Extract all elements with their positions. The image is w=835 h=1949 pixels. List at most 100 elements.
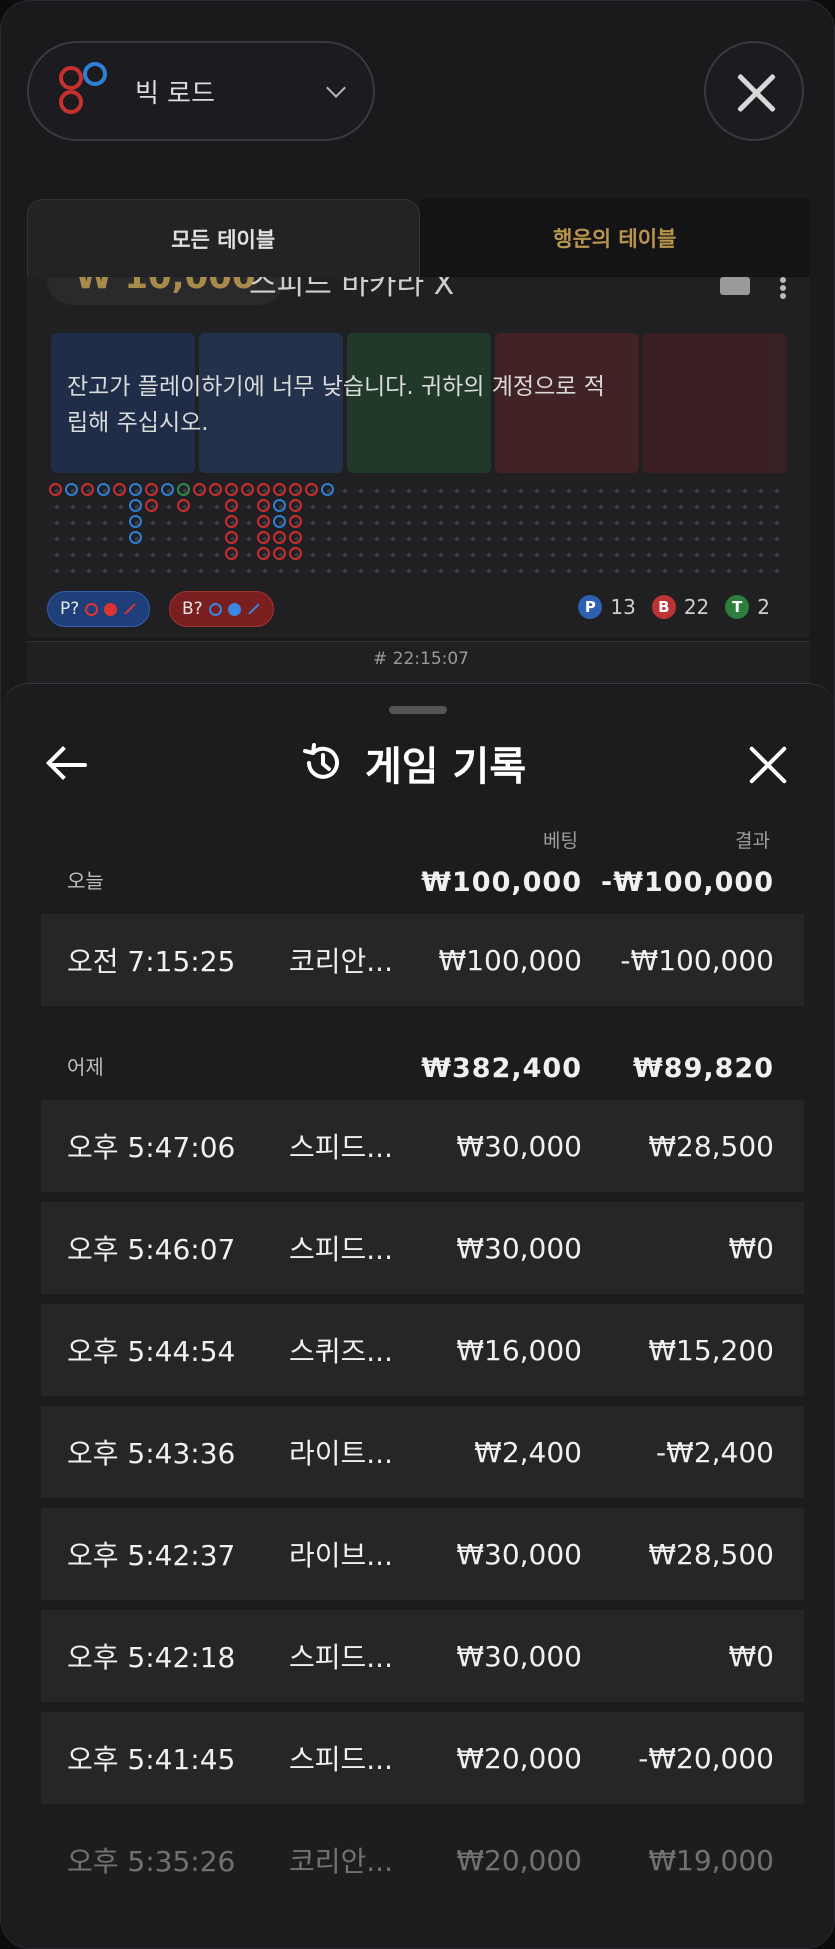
bead-road-grid xyxy=(49,483,789,573)
banker-count-value: 22 xyxy=(683,595,710,619)
chevron-down-icon xyxy=(326,78,346,98)
bead-mark xyxy=(225,547,238,560)
bead-mark xyxy=(225,531,238,544)
bead-mark xyxy=(273,483,286,496)
row-game: 코리안... xyxy=(289,1845,393,1878)
bead-mark xyxy=(113,483,126,496)
tie-badge-icon: T xyxy=(725,595,750,619)
row-time: 오후 5:47:06 xyxy=(67,1131,236,1164)
bead-mark xyxy=(177,483,190,496)
bead-mark xyxy=(289,483,302,496)
row-bet: ₩2,400 xyxy=(474,1435,582,1469)
row-bet: ₩30,000 xyxy=(456,1537,582,1571)
row-time: 오후 5:46:07 xyxy=(67,1233,236,1266)
row-time: 오후 5:44:54 xyxy=(67,1335,236,1368)
bead-mark xyxy=(129,515,142,528)
bead-mark xyxy=(273,531,286,544)
round-id: # 22:15:07 xyxy=(373,649,469,669)
close-icon[interactable] xyxy=(746,742,790,786)
banker-count: B 22 xyxy=(651,595,710,619)
low-balance-message: 잔고가 플레이하기에 너무 낮습니다. 귀하의 계정으로 적립해 주십시오. xyxy=(67,374,605,436)
bead-mark xyxy=(257,515,270,528)
road-type-dropdown[interactable]: 빅 로드 xyxy=(27,41,375,141)
history-row[interactable]: 오후 5:42:18 스피드... ₩30,000 ₩0 xyxy=(41,1610,804,1702)
row-result: ₩19,000 xyxy=(648,1843,774,1877)
bead-mark xyxy=(225,515,238,528)
red-dot-icon xyxy=(104,602,118,616)
red-slash-icon xyxy=(124,603,136,615)
row-result: ₩15,200 xyxy=(648,1333,774,1367)
road-type-label: 빅 로드 xyxy=(135,78,216,109)
big-road-logo-icon xyxy=(59,62,117,120)
blue-ring-icon xyxy=(208,602,222,616)
history-group-header: 오늘 ₩100,000 -₩100,000 xyxy=(41,844,804,904)
history-row[interactable]: 오후 5:41:45 스피드... ₩20,000 -₩20,000 xyxy=(41,1712,804,1804)
back-arrow-icon[interactable] xyxy=(47,742,93,788)
sheet-drag-handle[interactable] xyxy=(389,706,447,714)
row-time: 오후 5:42:37 xyxy=(67,1539,236,1572)
bead-mark xyxy=(289,547,302,560)
bead-mark xyxy=(81,483,94,496)
bead-mark xyxy=(145,499,158,512)
row-game: 스피드... xyxy=(289,1743,393,1776)
tab-all-tables[interactable]: 모든 테이블 xyxy=(27,199,420,277)
more-options-icon[interactable] xyxy=(780,277,786,299)
history-row[interactable]: 오후 5:43:36 라이트... ₩2,400 -₩2,400 xyxy=(41,1406,804,1498)
player-count-value: 13 xyxy=(610,595,636,619)
banker-predict-chip[interactable]: B? xyxy=(169,591,274,627)
bead-mark xyxy=(177,499,190,512)
history-row[interactable]: 오후 5:46:07 스피드... ₩30,000 ₩0 xyxy=(41,1202,804,1294)
banker-predict-label: B? xyxy=(182,599,203,619)
bead-mark xyxy=(65,483,78,496)
game-history-sheet: 게임 기록 베팅 결과 오늘 ₩100,000 -₩100,000 오전 7:15:2… xyxy=(1,683,834,1948)
banker-badge-icon: B xyxy=(651,595,676,619)
table-card[interactable]: ₩ 10,000 스피드 바카라 X 잔고가 플레이하기에 너무 낮습니다. 귀… xyxy=(27,277,810,637)
row-result: ₩28,500 xyxy=(648,1129,774,1163)
bead-mark xyxy=(49,483,62,496)
bead-mark xyxy=(321,483,334,496)
player-predict-chip[interactable]: P? xyxy=(47,591,151,627)
bead-mark xyxy=(225,483,238,496)
bead-mark xyxy=(129,499,142,512)
bead-mark xyxy=(289,515,302,528)
history-row[interactable]: 오후 5:35:26 코리안... ₩20,000 ₩19,000 xyxy=(41,1814,804,1906)
bead-mark xyxy=(209,483,222,496)
bead-mark xyxy=(289,531,302,544)
row-game: 라이브... xyxy=(289,1539,393,1572)
row-result: ₩0 xyxy=(728,1231,775,1265)
bead-mark xyxy=(257,547,270,560)
row-bet: ₩20,000 xyxy=(456,1843,582,1877)
close-lobby-button[interactable] xyxy=(704,41,804,141)
history-row[interactable]: 오후 5:44:54 스퀴즈... ₩16,000 ₩15,200 xyxy=(41,1304,804,1396)
sheet-header: 게임 기록 xyxy=(301,734,526,792)
bead-mark xyxy=(257,499,270,512)
history-row[interactable]: 오전 7:15:25 코리안... ₩100,000 -₩100,000 xyxy=(41,914,804,1006)
bead-mark xyxy=(289,499,302,512)
bead-mark xyxy=(225,499,238,512)
row-bet: ₩30,000 xyxy=(456,1129,582,1163)
row-game: 스피드... xyxy=(289,1233,393,1266)
row-time: 오후 5:35:26 xyxy=(67,1845,236,1878)
row-game: 라이트... xyxy=(289,1437,393,1470)
bead-mark xyxy=(129,531,142,544)
group-bet-total: ₩100,000 xyxy=(421,867,582,898)
row-result: ₩0 xyxy=(728,1639,775,1673)
red-ring-icon xyxy=(85,602,99,616)
row-game: 스피드... xyxy=(289,1131,393,1164)
row-result: -₩2,400 xyxy=(656,1435,774,1469)
player-predict-label: P? xyxy=(60,599,80,619)
bead-mark xyxy=(273,547,286,560)
bead-mark xyxy=(273,499,286,512)
row-result: -₩20,000 xyxy=(638,1741,774,1775)
bead-mark xyxy=(257,531,270,544)
history-row[interactable]: 오후 5:42:37 라이브... ₩30,000 ₩28,500 xyxy=(41,1508,804,1600)
row-result: ₩28,500 xyxy=(648,1537,774,1571)
lobby-panel: 빅 로드 ₩ 10,000 스피드 바카라 X 잔고가 플레이하기에 너무 낮습… xyxy=(0,0,835,1949)
row-game: 스피드... xyxy=(289,1641,393,1674)
row-time: 오후 5:43:36 xyxy=(67,1437,236,1470)
row-bet: ₩20,000 xyxy=(456,1741,582,1775)
row-bet: ₩100,000 xyxy=(438,943,582,977)
history-row[interactable]: 오후 5:47:06 스피드... ₩30,000 ₩28,500 xyxy=(41,1100,804,1192)
row-time: 오전 7:15:25 xyxy=(67,945,236,978)
tab-lucky-tables[interactable]: 행운의 테이블 xyxy=(419,199,810,277)
